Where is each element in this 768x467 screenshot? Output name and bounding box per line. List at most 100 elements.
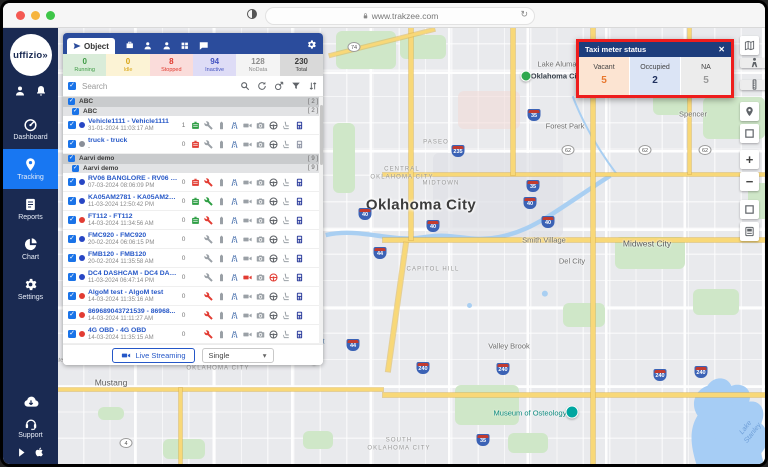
seat-icon-slot[interactable]: [280, 272, 293, 282]
wrench-icon-slot[interactable]: [202, 139, 215, 149]
chat-icon[interactable]: [199, 41, 209, 51]
checkbox[interactable]: ✓: [72, 108, 79, 115]
route-icon-slot[interactable]: [228, 215, 241, 225]
status-filter-total[interactable]: 230Total: [280, 54, 323, 76]
camera-icon-slot[interactable]: [254, 177, 267, 187]
taximeter-icon-slot[interactable]: [189, 177, 202, 187]
vehicle-name[interactable]: DC4 DASHCAM - DC4 DAS...: [88, 270, 178, 277]
vehicle-row[interactable]: ✓FMB120 - FMB12020-02-2024 11:35:58 AM0: [63, 249, 323, 268]
battery-icon-slot[interactable]: [215, 215, 228, 225]
vehicle-row[interactable]: ✓AlgoM test - AlgoM test14-03-2024 11:35…: [63, 287, 323, 306]
taximeter-icon-slot[interactable]: [189, 253, 202, 263]
checkbox[interactable]: ✓: [72, 165, 79, 172]
steering-icon-slot[interactable]: [267, 329, 280, 339]
vehicle-name[interactable]: FMC920 - FMC920: [88, 232, 178, 239]
cctv-icon-slot[interactable]: [241, 120, 254, 130]
camera-icon-slot[interactable]: [254, 196, 267, 206]
playstore-icon[interactable]: [17, 447, 27, 458]
camera-icon-slot[interactable]: [254, 139, 267, 149]
minimize-window-button[interactable]: [31, 11, 40, 20]
target-icon[interactable]: [274, 81, 284, 91]
checkbox[interactable]: ✓: [68, 330, 76, 338]
sidebar-item-chart[interactable]: Chart: [3, 229, 58, 269]
vehicle-row[interactable]: ✓DC4 DASHCAM - DC4 DAS...11-03-2024 06:4…: [63, 268, 323, 287]
checkbox[interactable]: ✓: [68, 197, 76, 205]
device-icon-slot[interactable]: [293, 253, 306, 263]
battery-icon-slot[interactable]: [215, 310, 228, 320]
select-all-checkbox[interactable]: ✓: [68, 82, 76, 90]
route-icon-slot[interactable]: [228, 177, 241, 187]
close-window-button[interactable]: [16, 11, 25, 20]
rect-control-button[interactable]: [740, 124, 759, 143]
cctv-icon-slot[interactable]: [241, 291, 254, 301]
taximeter-icon-slot[interactable]: [189, 139, 202, 149]
wrench-icon-slot[interactable]: [202, 310, 215, 320]
vehicle-name[interactable]: FMB120 - FMB120: [88, 251, 178, 258]
tab-object[interactable]: Object: [67, 38, 115, 54]
camera-icon-slot[interactable]: [254, 234, 267, 244]
wrench-icon-slot[interactable]: [202, 234, 215, 244]
camera-icon-slot[interactable]: [254, 215, 267, 225]
sidebar-item-settings[interactable]: Settings: [3, 269, 58, 309]
wrench-icon-slot[interactable]: [202, 253, 215, 263]
steering-icon-slot[interactable]: [267, 310, 280, 320]
wrench-icon-slot[interactable]: [202, 120, 215, 130]
battery-icon-slot[interactable]: [215, 272, 228, 282]
camera-icon-slot[interactable]: [254, 329, 267, 339]
status-filter-nodata[interactable]: 128NoData: [236, 54, 279, 76]
cloud-download-icon[interactable]: [21, 394, 41, 410]
checkbox[interactable]: ✓: [68, 292, 76, 300]
battery-icon-slot[interactable]: [215, 329, 228, 339]
panel-settings-gear-icon[interactable]: [306, 39, 317, 50]
steering-icon-slot[interactable]: [267, 120, 280, 130]
refresh-icon[interactable]: [257, 81, 267, 91]
checkbox[interactable]: ✓: [68, 254, 76, 262]
close-icon[interactable]: ✕: [718, 45, 725, 54]
wrench-icon-slot[interactable]: [202, 291, 215, 301]
poipin-control-button[interactable]: [740, 102, 759, 121]
seat-icon-slot[interactable]: [280, 196, 293, 206]
seat-icon-slot[interactable]: [280, 234, 293, 244]
checkbox[interactable]: ✓: [68, 155, 75, 162]
notifications-bell-icon[interactable]: [35, 85, 47, 97]
route-icon-slot[interactable]: [228, 120, 241, 130]
checkbox[interactable]: ✓: [68, 216, 76, 224]
rect-control-button[interactable]: [740, 200, 759, 219]
vehicle-name[interactable]: KA05AM2781 - KA05AM27...: [88, 194, 178, 201]
taximeter-icon-slot[interactable]: [189, 215, 202, 225]
user-icon[interactable]: [14, 85, 26, 97]
camera-icon-slot[interactable]: [254, 310, 267, 320]
search-input[interactable]: [80, 81, 236, 92]
vehicle-row[interactable]: ✓4G OBD - 4G OBD14-03-2024 11:35:15 AM0: [63, 325, 323, 344]
device-icon-slot[interactable]: [293, 120, 306, 130]
status-filter-inactive[interactable]: 94Inactive: [193, 54, 236, 76]
status-filter-idle[interactable]: 0Idle: [106, 54, 149, 76]
steering-icon-slot[interactable]: [267, 215, 280, 225]
pegman-control-button[interactable]: [740, 58, 765, 68]
mode-select[interactable]: Single ▾: [202, 348, 274, 363]
cctv-icon-slot[interactable]: [241, 253, 254, 263]
live-streaming-button[interactable]: Live Streaming: [112, 348, 194, 363]
funnel-icon[interactable]: [291, 81, 301, 91]
object-marker-dot[interactable]: [521, 71, 532, 82]
cctv-icon-slot[interactable]: [241, 310, 254, 320]
taximeter-icon-slot[interactable]: [189, 291, 202, 301]
device-icon-slot[interactable]: [293, 272, 306, 282]
seat-icon-slot[interactable]: [280, 291, 293, 301]
search-icon[interactable]: [240, 81, 250, 91]
route-icon-slot[interactable]: [228, 310, 241, 320]
group-header[interactable]: ✓ABC[ 2 ]: [63, 97, 323, 107]
checkbox[interactable]: ✓: [68, 235, 76, 243]
checkbox[interactable]: ✓: [68, 273, 76, 281]
splitmap-control-button[interactable]: [740, 36, 759, 55]
vehicle-row[interactable]: ✓KA05AM2781 - KA05AM27...11-03-2024 12:5…: [63, 192, 323, 211]
checkbox[interactable]: ✓: [68, 140, 76, 148]
cctv-icon-slot[interactable]: [241, 215, 254, 225]
checkbox[interactable]: ✓: [68, 98, 75, 105]
zoom-out-button[interactable]: −: [740, 172, 759, 191]
steering-icon-slot[interactable]: [267, 139, 280, 149]
apple-icon[interactable]: [34, 446, 45, 458]
passenger-icon[interactable]: [162, 41, 172, 51]
device-icon-slot[interactable]: [293, 310, 306, 320]
status-filter-stopped[interactable]: 8Stopped: [150, 54, 193, 76]
